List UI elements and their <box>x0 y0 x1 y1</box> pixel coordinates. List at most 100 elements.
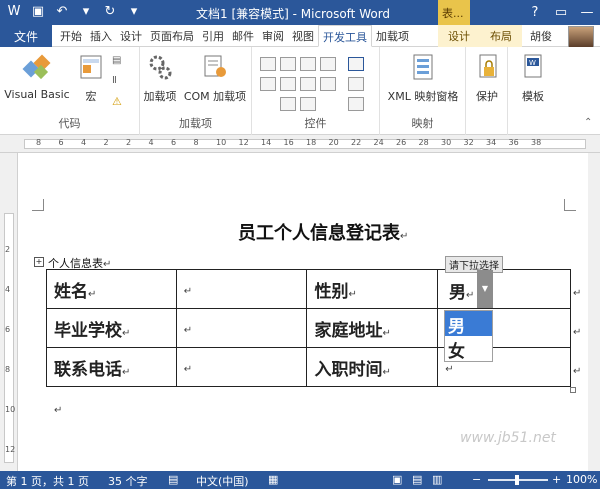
table-cell[interactable]: 入职时间↵ <box>306 347 439 387</box>
zoom-out-icon[interactable]: − <box>472 473 481 486</box>
language-indicator[interactable]: 中文(中国) <box>196 473 249 489</box>
word-logo-icon: W <box>7 3 21 19</box>
ruler-number: 20 <box>328 138 339 147</box>
record-macro-icon[interactable]: ▤ <box>112 55 128 69</box>
page-count[interactable]: 第 1 页，共 1 页 <box>6 473 89 489</box>
undo-dropdown-icon[interactable]: ▾ <box>78 3 94 19</box>
zoom-slider-thumb[interactable] <box>515 475 519 485</box>
group-addins-label: 加载项 <box>179 117 212 130</box>
vertical-ruler[interactable]: 2 4 6 8 10 12 <box>0 153 18 471</box>
macro-security-icon[interactable]: ⚠ <box>112 95 128 109</box>
protect-button[interactable]: 保护 <box>468 53 506 104</box>
tab-4[interactable]: 引用 <box>198 25 228 47</box>
xml-mapping-label: XML 映射窗格 <box>387 90 459 103</box>
save-icon[interactable]: ▣ <box>30 3 46 19</box>
com-addins-button[interactable]: COM 加载项 <box>180 53 250 104</box>
repeating-section-control-icon[interactable] <box>280 97 296 111</box>
ribbon-tabs: 开始 插入 设计 页面布局 引用 邮件 审阅 视图 开发工具 加载项 <box>56 25 413 47</box>
table-cell[interactable]: 联系电话↵ <box>46 347 177 387</box>
tab-7[interactable]: 视图 <box>288 25 318 47</box>
ribbon-display-icon[interactable]: ▭ <box>548 0 574 25</box>
customize-qat-icon[interactable]: ▾ <box>126 3 142 19</box>
rich-text-control-icon[interactable] <box>260 57 276 71</box>
table-move-handle-icon[interactable]: + <box>34 257 44 267</box>
table-cell[interactable]: ↵ <box>175 347 308 387</box>
chevron-down-icon[interactable]: ▼ <box>477 270 493 308</box>
undo-icon[interactable]: ↶ <box>54 3 70 19</box>
read-mode-icon[interactable]: ▣ <box>392 473 402 486</box>
tab-file[interactable]: 文件 <box>0 25 52 47</box>
avatar[interactable] <box>568 26 594 48</box>
visual-basic-label: Visual Basic <box>4 88 70 101</box>
web-layout-icon[interactable]: ▥ <box>432 473 442 486</box>
zoom-in-icon[interactable]: + <box>552 473 561 486</box>
zoom-level[interactable]: 100% <box>566 473 597 486</box>
template-button[interactable]: W 模板 <box>512 53 554 104</box>
table-tab-1[interactable]: 布局 <box>480 25 522 47</box>
group-controls-icon[interactable] <box>348 97 364 111</box>
combobox-control-icon[interactable] <box>280 77 296 91</box>
table-resize-handle[interactable] <box>570 387 576 393</box>
xml-mapping-button[interactable]: XML 映射窗格 <box>384 53 462 104</box>
proofing-icon[interactable]: ▤ <box>168 473 178 486</box>
horizontal-ruler[interactable]: 8 6 4 2 2 4 6 8 10 12 14 16 18 20 22 24 26 28 30 32 34 36 38 <box>0 135 600 153</box>
dropdown-option-male[interactable]: 男 <box>445 311 492 337</box>
minimize-icon[interactable]: — <box>574 0 600 25</box>
collapse-ribbon-icon[interactable]: ⌃ <box>584 117 592 128</box>
macro-button[interactable]: 宏 <box>74 53 108 104</box>
ruler-number: 8 <box>36 138 42 147</box>
checkbox-control-icon[interactable] <box>260 77 276 91</box>
table-cell[interactable]: 毕业学校↵ <box>46 308 177 348</box>
user-name[interactable]: 胡俊 <box>530 28 552 44</box>
ruler-number: 4 <box>148 138 154 147</box>
plain-text-control-icon[interactable] <box>280 57 296 71</box>
dropdown-list-control-icon[interactable] <box>300 77 316 91</box>
table-cell[interactable]: ↵ <box>175 308 308 348</box>
window-buttons: ? ▭ — <box>522 0 600 25</box>
paragraph-mark: ↵ <box>54 405 63 416</box>
addins-label: 加载项 <box>143 90 177 103</box>
ruler-number: 6 <box>58 138 64 147</box>
status-bar: 第 1 页，共 1 页 35 个字 ▤ 中文(中国) ▦ ▣ ▤ ▥ − + 1… <box>0 471 600 489</box>
table-tab-0[interactable]: 设计 <box>438 25 480 47</box>
print-layout-icon[interactable]: ▤ <box>412 473 422 486</box>
table-cell[interactable]: 姓名↵ <box>46 269 177 309</box>
dropdown-option-female[interactable]: 女 <box>445 336 492 362</box>
addins-button[interactable]: 加载项 <box>140 53 180 104</box>
properties-icon[interactable] <box>348 77 364 91</box>
document-page[interactable]: 员工个人信息登记表↵ + 个人信息表↵ 姓名↵ ↵ 性别↵ 毕业学校↵ ↵ 家庭… <box>18 153 600 471</box>
table-cell[interactable]: 家庭地址↵ <box>306 308 439 348</box>
ruler-number: 6 <box>171 138 177 147</box>
tab-5[interactable]: 邮件 <box>228 25 258 47</box>
building-block-control-icon[interactable] <box>320 57 336 71</box>
table-cell[interactable]: 性别↵ <box>306 269 439 309</box>
dropdown-list: 男 女 <box>444 310 493 362</box>
word-count[interactable]: 35 个字 <box>108 473 148 489</box>
date-picker-control-icon[interactable] <box>320 77 336 91</box>
watermark: www.jb51.net <box>460 430 556 446</box>
tab-6[interactable]: 审阅 <box>258 25 288 47</box>
dropdown-value: 男↵ <box>449 283 475 303</box>
tab-2[interactable]: 设计 <box>116 25 146 47</box>
design-mode-icon[interactable] <box>348 57 364 71</box>
group-template: W 模板 <box>508 47 558 135</box>
pause-recording-icon[interactable]: Ⅱ <box>112 75 128 89</box>
margin-corner-top-left <box>32 199 44 211</box>
picture-control-icon[interactable] <box>300 57 316 71</box>
tab-1[interactable]: 插入 <box>86 25 116 47</box>
document-title[interactable]: 员工个人信息登记表↵ <box>238 219 408 245</box>
tab-8[interactable]: 开发工具 <box>318 25 372 47</box>
ribbon: Visual Basic 宏 ▤ Ⅱ ⚠ 代码 加载项 COM 加载项 加载项 … <box>0 47 600 135</box>
svg-text:W: W <box>529 59 536 67</box>
tab-0[interactable]: 开始 <box>56 25 86 47</box>
help-icon[interactable]: ? <box>522 0 548 25</box>
gender-dropdown[interactable]: 男↵ ▼ <box>445 270 493 308</box>
table-cell[interactable]: ↵ <box>175 269 308 309</box>
macro-record-icon[interactable]: ▦ <box>268 473 278 486</box>
legacy-tools-icon[interactable] <box>300 97 316 111</box>
tab-9[interactable]: 加载项 <box>372 25 413 47</box>
redo-icon[interactable]: ↻ <box>102 3 118 19</box>
tab-3[interactable]: 页面布局 <box>146 25 198 47</box>
visual-basic-button[interactable]: Visual Basic <box>4 53 70 101</box>
vertical-scrollbar[interactable] <box>588 153 600 471</box>
